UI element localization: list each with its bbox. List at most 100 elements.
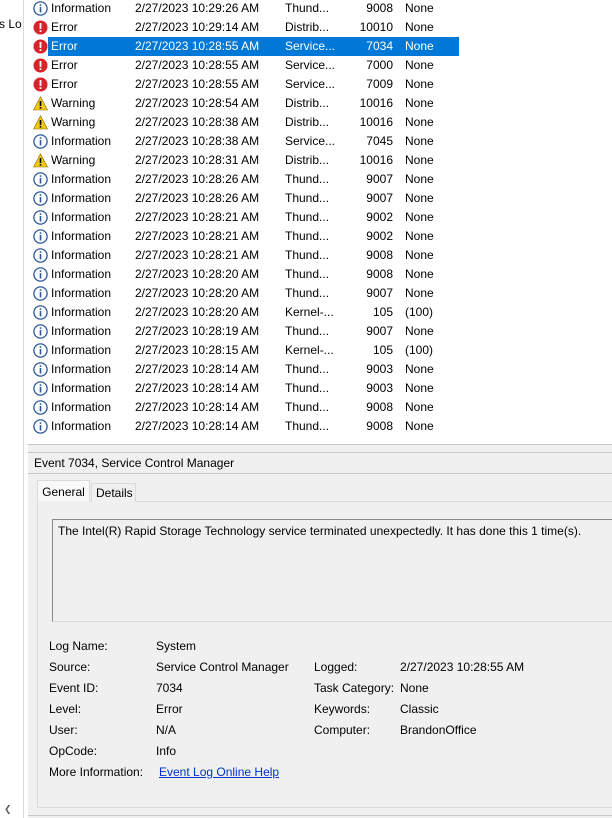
- logged-label: Logged:: [314, 660, 358, 674]
- event-row[interactable]: Information 2/27/2023 10:28:21 AM Thund...…: [28, 208, 612, 227]
- event-level: Error: [51, 20, 78, 34]
- event-category: None: [405, 96, 434, 110]
- event-source: Thund...: [285, 362, 330, 376]
- tree-item-label[interactable]: s Lo: [0, 17, 22, 31]
- event-row[interactable]: Error 2/27/2023 10:28:55 AM Service... 7009…: [28, 75, 612, 94]
- event-row[interactable]: Information 2/27/2023 10:28:14 AM Thund...…: [28, 360, 612, 379]
- event-category: None: [405, 115, 434, 129]
- event-level: Warning: [51, 115, 96, 129]
- event-row[interactable]: Information 2/27/2023 10:28:19 AM Thund...…: [28, 322, 612, 341]
- info-icon: [33, 210, 48, 225]
- event-source: Service...: [285, 134, 336, 148]
- event-level: Error: [51, 77, 78, 91]
- event-source: Thund...: [285, 172, 330, 186]
- logged-value: 2/27/2023 10:28:55 AM: [400, 660, 525, 674]
- event-level: Warning: [51, 153, 96, 167]
- event-row[interactable]: Error 2/27/2023 10:28:55 AM Service... 7000…: [28, 56, 612, 75]
- event-id: 10016: [359, 115, 393, 129]
- event-id: 9008: [366, 419, 393, 433]
- event-date: 2/27/2023 10:28:21 AM: [135, 248, 260, 262]
- event-source: Kernel-...: [285, 305, 334, 319]
- event-source: Thund...: [285, 210, 330, 224]
- event-details-pane: Event 7034, Service Control Manager Gene…: [28, 453, 612, 818]
- event-date: 2/27/2023 10:28:14 AM: [135, 419, 260, 433]
- event-level: Information: [51, 134, 112, 148]
- event-source: Thund...: [285, 248, 330, 262]
- event-id-value: 7034: [156, 681, 183, 695]
- event-source: Distrib...: [285, 115, 330, 129]
- event-row[interactable]: Error 2/27/2023 10:28:55 AM Service... 7034…: [28, 37, 612, 56]
- event-source: Thund...: [285, 1, 330, 15]
- info-icon: [33, 191, 48, 206]
- event-date: 2/27/2023 10:28:20 AM: [135, 305, 260, 319]
- event-row[interactable]: Information 2/27/2023 10:28:38 AM Service.…: [28, 132, 612, 151]
- event-message-box[interactable]: The Intel(R) Rapid Storage Technology se…: [52, 519, 612, 622]
- event-row[interactable]: Information 2/27/2023 10:28:15 AM Kernel-.…: [28, 341, 612, 360]
- event-id: 10016: [359, 153, 393, 167]
- warning-icon: [33, 153, 48, 168]
- user-value: N/A: [156, 723, 177, 737]
- tab-details[interactable]: Details: [91, 483, 136, 502]
- event-category: None: [405, 172, 434, 186]
- event-row[interactable]: Information 2/27/2023 10:28:20 AM Kernel-.…: [28, 303, 612, 322]
- event-category: None: [405, 153, 434, 167]
- pane-splitter[interactable]: [28, 444, 612, 453]
- event-row[interactable]: Information 2/27/2023 10:28:14 AM Thund...…: [28, 398, 612, 417]
- event-source: Thund...: [285, 419, 330, 433]
- event-row[interactable]: Warning 2/27/2023 10:28:38 AM Distrib... 10…: [28, 113, 612, 132]
- event-row[interactable]: Information 2/27/2023 10:28:26 AM Thund...…: [28, 170, 612, 189]
- event-date: 2/27/2023 10:29:26 AM: [135, 1, 260, 15]
- event-level: Information: [51, 400, 112, 414]
- more-information-label: More Information:: [49, 765, 144, 779]
- event-row[interactable]: Information 2/27/2023 10:29:26 AM Thund...…: [28, 0, 612, 18]
- scroll-left-arrow-icon[interactable]: ❮: [4, 804, 12, 815]
- event-row[interactable]: Warning 2/27/2023 10:28:54 AM Distrib... 10…: [28, 94, 612, 113]
- info-icon: [33, 324, 48, 339]
- event-category: None: [405, 324, 434, 338]
- event-id: 105: [372, 305, 393, 319]
- warning-icon: [33, 115, 48, 130]
- event-source: Service...: [285, 77, 336, 91]
- event-id: 10016: [359, 96, 393, 110]
- event-category: None: [405, 134, 434, 148]
- event-row[interactable]: Information 2/27/2023 10:28:20 AM Thund...…: [28, 284, 612, 303]
- event-source: Distrib...: [285, 153, 330, 167]
- event-category: None: [405, 210, 434, 224]
- event-row[interactable]: Information 2/27/2023 10:28:21 AM Thund...…: [28, 227, 612, 246]
- log-name-label: Log Name:: [49, 639, 108, 653]
- event-row[interactable]: Information 2/27/2023 10:28:21 AM Thund...…: [28, 246, 612, 265]
- event-category: None: [405, 39, 434, 53]
- event-source: Service...: [285, 39, 336, 53]
- event-date: 2/27/2023 10:28:14 AM: [135, 381, 260, 395]
- event-row[interactable]: Warning 2/27/2023 10:28:31 AM Distrib... 10…: [28, 151, 612, 170]
- event-date: 2/27/2023 10:28:14 AM: [135, 400, 260, 414]
- event-row[interactable]: Information 2/27/2023 10:28:14 AM Thund...…: [28, 379, 612, 398]
- event-category: None: [405, 229, 434, 243]
- event-log-online-help-link[interactable]: Event Log Online Help: [159, 765, 279, 779]
- navigation-tree-pane[interactable]: s Lo ❮: [0, 0, 24, 818]
- event-list[interactable]: Information 2/27/2023 10:29:26 AM Thund...…: [28, 0, 612, 444]
- event-level: Information: [51, 191, 112, 205]
- log-name-value: System: [156, 639, 197, 653]
- event-row[interactable]: Information 2/27/2023 10:28:20 AM Thund...…: [28, 265, 612, 284]
- event-source: Distrib...: [285, 20, 330, 34]
- event-row[interactable]: Information 2/27/2023 10:28:14 AM Thund...…: [28, 417, 612, 436]
- event-id: 9008: [366, 1, 393, 15]
- event-id: 7045: [366, 134, 393, 148]
- info-icon: [33, 362, 48, 377]
- keywords-value: Classic: [400, 702, 439, 716]
- event-source: Service...: [285, 58, 336, 72]
- event-row[interactable]: Error 2/27/2023 10:29:14 AM Distrib... 1001…: [28, 18, 612, 37]
- event-id: 9007: [366, 286, 393, 300]
- tab-general[interactable]: General: [37, 480, 90, 502]
- event-source: Thund...: [285, 381, 330, 395]
- error-icon: [33, 58, 48, 73]
- event-row[interactable]: Information 2/27/2023 10:28:26 AM Thund...…: [28, 189, 612, 208]
- event-level: Information: [51, 267, 112, 281]
- event-date: 2/27/2023 10:28:26 AM: [135, 191, 260, 205]
- info-icon: [33, 229, 48, 244]
- event-category: None: [405, 286, 434, 300]
- error-icon: [33, 20, 48, 35]
- event-level: Information: [51, 324, 112, 338]
- info-icon: [33, 1, 48, 16]
